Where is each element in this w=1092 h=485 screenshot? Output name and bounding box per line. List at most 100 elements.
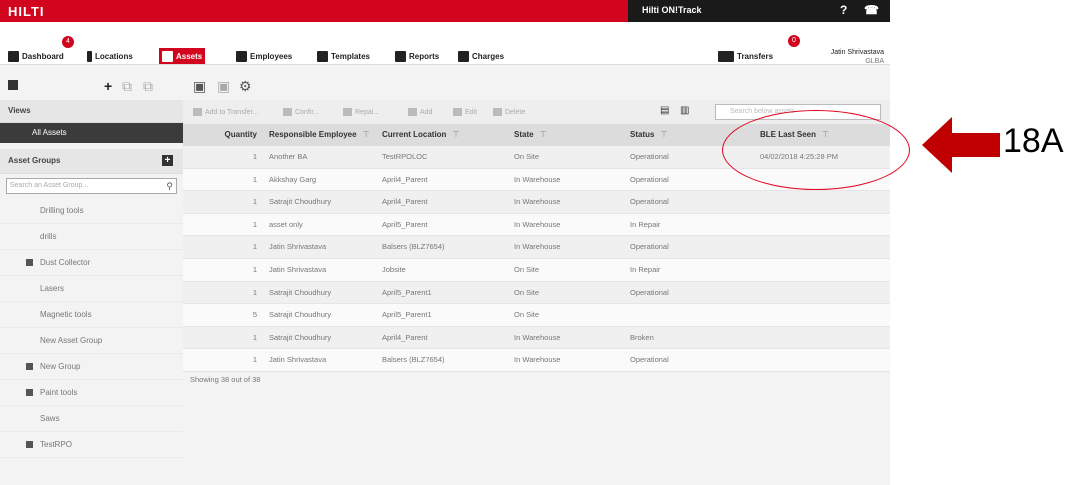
table-cell: Operational bbox=[630, 197, 669, 207]
add-asset-icon[interactable]: ▣ bbox=[193, 78, 206, 95]
nav-locations[interactable]: Locations bbox=[87, 48, 133, 64]
asset-groups-title: Asset Groups bbox=[8, 156, 61, 165]
view-all-assets[interactable]: All Assets bbox=[0, 123, 183, 143]
table-cell bbox=[724, 191, 890, 213]
wrench-icon bbox=[343, 108, 352, 116]
table-cell bbox=[724, 349, 890, 371]
column-header[interactable]: Status ⊤ bbox=[624, 124, 724, 146]
expand-group-icon[interactable] bbox=[26, 441, 33, 448]
table-cell: 1 bbox=[252, 264, 257, 274]
table-cell: 5 bbox=[252, 310, 257, 320]
product-bar: Hilti ON!Track ? ☎ bbox=[628, 0, 890, 22]
table-row[interactable]: 1 Satrajit Choudhury April4_Parent In Wareh… bbox=[183, 191, 890, 214]
table-cell: In Warehouse bbox=[514, 355, 561, 365]
table-row[interactable]: 1 asset only April5_Parent In Warehouse In R… bbox=[183, 213, 890, 237]
table-cell: April4_Parent bbox=[382, 197, 428, 207]
column-header[interactable]: State ⊤ bbox=[504, 124, 624, 146]
table-cell bbox=[724, 282, 890, 304]
column-header[interactable]: Current Location ⊤ bbox=[378, 124, 504, 146]
repair-button[interactable]: Repai... bbox=[343, 108, 379, 116]
add-to-transfer-button[interactable]: Add to Transfer... bbox=[193, 108, 258, 116]
table-cell: Another BA bbox=[269, 152, 308, 161]
confirm-button[interactable]: Confir... bbox=[283, 108, 319, 116]
table-cell: Balsers (BLZ7654) bbox=[382, 242, 445, 252]
asset-group-item[interactable]: Magnetic tools bbox=[0, 302, 183, 328]
asset-group-item[interactable]: Lasers bbox=[0, 276, 183, 302]
column-header[interactable]: Quantity bbox=[183, 124, 265, 146]
table-row[interactable]: 1 Jatin Shrivastava Balsers (BLZ7654) In Wa… bbox=[183, 236, 890, 259]
table-row[interactable]: 1 Jatin Shrivastava Jobsite On Site In Repai… bbox=[183, 258, 890, 282]
column-header-label: Responsible Employee bbox=[269, 130, 357, 139]
collapse-sidebar-icon[interactable] bbox=[8, 80, 18, 90]
expand-group-icon[interactable] bbox=[26, 363, 33, 370]
transfer-icon bbox=[193, 108, 202, 116]
phone-icon[interactable]: ☎ bbox=[864, 3, 879, 17]
add-group-icon[interactable]: + bbox=[162, 155, 173, 166]
main-nav: Dashboard 4 Locations Assets Employees T… bbox=[0, 22, 890, 65]
table-cell: asset only bbox=[269, 219, 303, 229]
table-row[interactable]: 1 Satrajit Choudhury April4_Parent In Wareh… bbox=[183, 326, 890, 350]
report-icon bbox=[395, 50, 406, 62]
add-icon[interactable]: + bbox=[104, 78, 112, 94]
expand-group-icon[interactable] bbox=[26, 389, 33, 396]
table-cell: April4_Parent bbox=[382, 332, 428, 342]
copy-icon[interactable]: ⧉ bbox=[143, 78, 153, 95]
asset-group-list: Drilling tools drills Dust Collector Lasers… bbox=[0, 198, 183, 458]
columns-icon[interactable]: ▥ bbox=[680, 105, 689, 116]
dashboard-badge: 4 bbox=[62, 36, 74, 48]
table-row[interactable]: 1 Satrajit Choudhury April5_Parent1 On Site… bbox=[183, 281, 890, 305]
drill-icon bbox=[162, 50, 173, 62]
help-icon[interactable]: ? bbox=[840, 3, 847, 17]
filter-icon[interactable]: ⊤ bbox=[452, 130, 459, 139]
add-button[interactable]: Add bbox=[408, 108, 432, 116]
nav-templates[interactable]: Templates bbox=[317, 48, 370, 64]
expand-group-icon[interactable] bbox=[26, 259, 33, 266]
nav-charges[interactable]: Charges bbox=[458, 48, 504, 64]
column-header[interactable]: Responsible Employee ⊤ bbox=[265, 124, 378, 146]
filter-icon[interactable]: ⊤ bbox=[540, 130, 547, 139]
asset-group-item[interactable]: TestRPO bbox=[0, 432, 183, 458]
nav-assets[interactable]: Assets bbox=[159, 48, 206, 64]
table-cell: 1 bbox=[252, 152, 257, 161]
group-search-input[interactable]: Search an Asset Group... ⚲ bbox=[6, 178, 177, 194]
search-icon[interactable]: ⚲ bbox=[166, 179, 173, 193]
pencil-icon bbox=[453, 108, 462, 116]
column-header-label: State bbox=[514, 130, 534, 139]
settings-icon[interactable]: ⚙ bbox=[239, 78, 252, 95]
table-row[interactable]: 5 Satrajit Choudhury April5_Parent1 On Site bbox=[183, 304, 890, 327]
edit-button[interactable]: Edit bbox=[453, 108, 477, 116]
asset-group-item[interactable]: Drilling tools bbox=[0, 198, 183, 224]
table-cell: Satrajit Choudhury bbox=[269, 332, 332, 342]
export-icon[interactable]: ▤ bbox=[660, 105, 669, 116]
nav-dashboard[interactable]: Dashboard bbox=[8, 48, 64, 64]
asset-group-item[interactable]: Paint tools bbox=[0, 380, 183, 406]
asset-group-item[interactable]: New Asset Group bbox=[0, 328, 183, 354]
asset-group-icon[interactable]: ▣ bbox=[217, 78, 230, 95]
asset-group-item[interactable]: Saws bbox=[0, 406, 183, 432]
nav-transfers[interactable]: Transfers bbox=[718, 48, 773, 64]
asset-group-item[interactable]: Dust Collector bbox=[0, 250, 183, 276]
table-row[interactable]: 1 Jatin Shrivastava Balsers (BLZ7654) In Wa… bbox=[183, 349, 890, 372]
table-cell: April5_Parent bbox=[382, 219, 428, 229]
nav-reports-label: Reports bbox=[409, 51, 440, 61]
filter-icon[interactable]: ⊤ bbox=[363, 130, 370, 139]
asset-group-item[interactable]: drills bbox=[0, 224, 183, 250]
table-cell: 1 bbox=[252, 219, 257, 229]
table-cell: Jatin Shrivastava bbox=[269, 355, 327, 365]
nav-charges-label: Charges bbox=[472, 51, 505, 61]
duplicate-icon[interactable]: ⧉ bbox=[122, 78, 132, 95]
table-cell: Satrajit Choudhury bbox=[269, 310, 332, 320]
user-org: GLBA bbox=[865, 58, 884, 65]
user-menu[interactable]: Jatin Shrivastava GLBA bbox=[831, 48, 884, 66]
table-cell bbox=[724, 236, 890, 258]
confirm-label: Confir... bbox=[295, 108, 320, 116]
table-cell: 1 bbox=[252, 197, 257, 207]
nav-reports[interactable]: Reports bbox=[395, 48, 439, 64]
asset-group-label: Paint tools bbox=[40, 388, 78, 397]
filter-icon[interactable]: ⊤ bbox=[660, 130, 667, 139]
nav-employees[interactable]: Employees bbox=[236, 48, 292, 64]
delete-button[interactable]: Delete bbox=[493, 108, 525, 116]
asset-group-label: TestRPO bbox=[40, 440, 73, 449]
table-cell: In Warehouse bbox=[514, 219, 561, 229]
asset-group-item[interactable]: New Group bbox=[0, 354, 183, 380]
